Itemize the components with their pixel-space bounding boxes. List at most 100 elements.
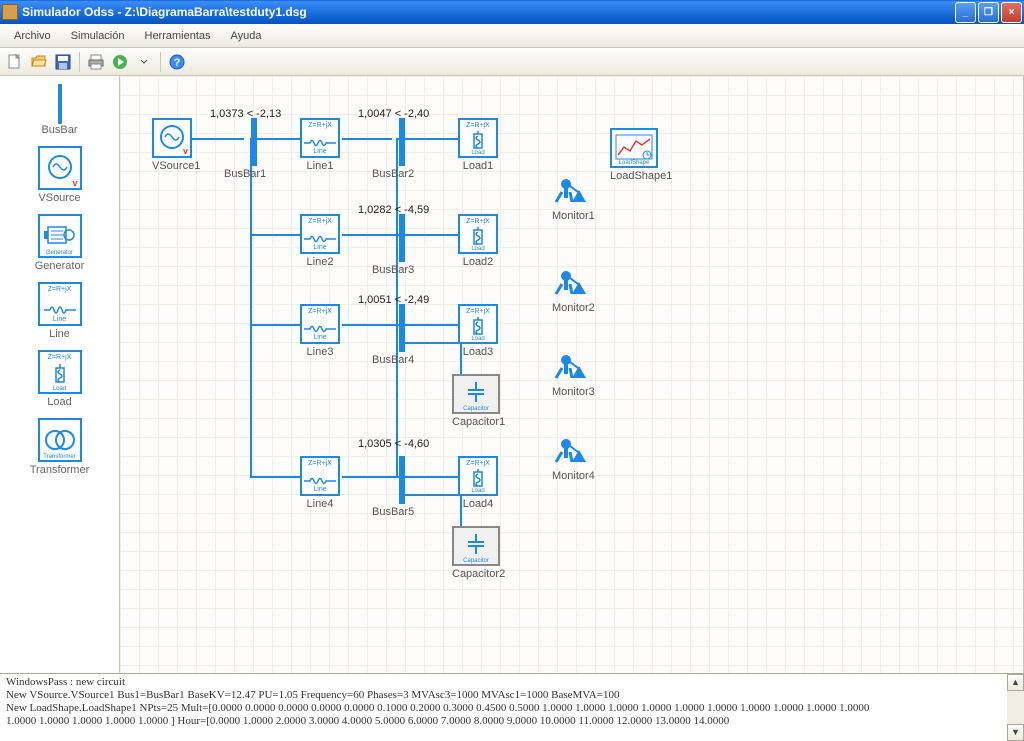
scroll-down-button[interactable]: ▼: [1007, 724, 1024, 741]
palette-busbar[interactable]: BusBar: [10, 80, 110, 140]
block-loadshape1[interactable]: LoadShape LoadShape1: [610, 128, 672, 182]
block-busbar1[interactable]: BusBar1: [242, 118, 266, 180]
block-load3-label: Load3: [458, 346, 498, 358]
block-line1[interactable]: Z=R+jX Line Line1: [300, 118, 340, 172]
block-busbar4-label: BusBar4: [372, 354, 414, 366]
new-button[interactable]: [4, 51, 26, 73]
block-line4[interactable]: Z=R+jXLine Line4: [300, 456, 340, 510]
block-load3[interactable]: Z=R+jXLoad Load3: [458, 304, 498, 358]
block-capacitor1[interactable]: Capacitor Capacitor1: [452, 374, 505, 428]
scroll-up-button[interactable]: ▲: [1007, 674, 1024, 691]
toolbar: ?: [0, 48, 1024, 76]
busbar-icon: [399, 304, 405, 352]
block-monitor1[interactable]: Monitor1: [552, 172, 595, 222]
output-console[interactable]: WindowsPass : new circuit New VSource.VS…: [0, 673, 1024, 741]
line-icon: Z=R+jXLine: [300, 214, 340, 254]
block-capacitor1-label: Capacitor1: [452, 416, 505, 428]
menu-ayuda[interactable]: Ayuda: [221, 27, 272, 45]
block-monitor3[interactable]: Monitor3: [552, 348, 595, 398]
menu-simulacion[interactable]: Simulación: [61, 27, 135, 45]
block-capacitor2[interactable]: Capacitor Capacitor2: [452, 526, 505, 580]
block-monitor2-label: Monitor2: [552, 302, 595, 314]
block-line3-label: Line3: [300, 346, 340, 358]
palette-generator[interactable]: Generator Generator: [10, 210, 110, 276]
palette-load[interactable]: Z=R+jX Load Load: [10, 346, 110, 412]
block-line2[interactable]: Z=R+jXLine Line2: [300, 214, 340, 268]
palette-line[interactable]: Z=R+jX Line Line: [10, 278, 110, 344]
close-button[interactable]: ×: [1001, 2, 1022, 23]
block-busbar5[interactable]: BusBar5: [390, 456, 414, 518]
block-busbar2[interactable]: BusBar2: [390, 118, 414, 180]
print-button[interactable]: [85, 51, 107, 73]
block-busbar2-label: BusBar2: [372, 168, 414, 180]
monitor-icon: [552, 432, 588, 468]
block-busbar1-label: BusBar1: [224, 168, 266, 180]
help-button[interactable]: ?: [166, 51, 188, 73]
svg-text:?: ?: [174, 57, 181, 69]
busbar-icon: [58, 84, 62, 124]
save-button[interactable]: [52, 51, 74, 73]
open-folder-icon: [31, 54, 47, 70]
line-icon: Z=R+jXLine: [300, 304, 340, 344]
window-titlebar: Simulador Odss - Z:\DiagramaBarra\testdu…: [0, 0, 1024, 24]
window-title: Simulador Odss - Z:\DiagramaBarra\testdu…: [22, 5, 955, 19]
block-monitor3-label: Monitor3: [552, 386, 595, 398]
busbar-icon: [399, 118, 405, 166]
console-scrollbar[interactable]: ▲ ▼: [1007, 674, 1024, 741]
palette-load-label: Load: [14, 396, 106, 408]
line-icon: Z=R+jX Line: [300, 118, 340, 158]
load-icon: Z=R+jX Load: [458, 118, 498, 158]
menu-archivo[interactable]: Archivo: [4, 27, 61, 45]
console-line: 1.0000 1.0000 1.0000 1.0000 1.0000 ] Hou…: [6, 715, 1018, 728]
load-icon: Z=R+jX Load: [38, 350, 82, 394]
console-line: New LoadShape.LoadShape1 NPts=25 Mult=[0…: [6, 702, 1018, 715]
chevron-down-icon: [140, 54, 148, 70]
block-line2-label: Line2: [300, 256, 340, 268]
block-line4-label: Line4: [300, 498, 340, 510]
block-monitor4[interactable]: Monitor4: [552, 432, 595, 482]
run-button[interactable]: [109, 51, 131, 73]
menu-herramientas[interactable]: Herramientas: [135, 27, 221, 45]
vsource-icon: v: [38, 146, 82, 190]
block-vsource1[interactable]: v VSource1: [152, 118, 200, 172]
save-icon: [55, 54, 71, 70]
palette-transformer[interactable]: Transformer Transformer: [10, 414, 110, 480]
block-monitor1-label: Monitor1: [552, 210, 595, 222]
component-palette: BusBar v VSource Generator Generator Z=R…: [0, 76, 120, 673]
block-load2[interactable]: Z=R+jXLoad Load2: [458, 214, 498, 268]
dropdown-toggle[interactable]: [133, 51, 155, 73]
wire: [250, 138, 252, 478]
wire: [250, 234, 300, 236]
loadshape-icon: LoadShape: [610, 128, 658, 168]
wire: [250, 324, 300, 326]
bus5-annotation: 1,0305 < -4,60: [358, 438, 429, 450]
scroll-track[interactable]: [1007, 691, 1024, 724]
restore-button[interactable]: ❐: [978, 2, 999, 23]
busbar-icon: [251, 118, 257, 166]
block-busbar3[interactable]: BusBar3: [390, 214, 414, 276]
block-load1[interactable]: Z=R+jX Load Load1: [458, 118, 498, 172]
block-busbar5-label: BusBar5: [372, 506, 414, 518]
block-load4-label: Load4: [458, 498, 498, 510]
new-file-icon: [7, 54, 23, 70]
line-icon: Z=R+jX Line: [38, 282, 82, 326]
block-load4[interactable]: Z=R+jXLoad Load4: [458, 456, 498, 510]
line-icon: Z=R+jXLine: [300, 456, 340, 496]
minimize-button[interactable]: _: [955, 2, 976, 23]
palette-transformer-label: Transformer: [14, 464, 106, 476]
app-icon: [2, 4, 18, 20]
palette-vsource[interactable]: v VSource: [10, 142, 110, 208]
open-button[interactable]: [28, 51, 50, 73]
block-load1-label: Load1: [458, 160, 498, 172]
palette-vsource-label: VSource: [14, 192, 106, 204]
busbar-icon: [399, 214, 405, 262]
block-busbar4[interactable]: BusBar4: [390, 304, 414, 366]
block-line3[interactable]: Z=R+jXLine Line3: [300, 304, 340, 358]
block-monitor2[interactable]: Monitor2: [552, 264, 595, 314]
load-icon: Z=R+jXLoad: [458, 214, 498, 254]
block-monitor4-label: Monitor4: [552, 470, 595, 482]
transformer-icon: Transformer: [38, 418, 82, 462]
diagram-canvas[interactable]: 1,0373 < -2,13 1,0047 < -2,40 1,0282 < -…: [120, 76, 1024, 673]
block-busbar3-label: BusBar3: [372, 264, 414, 276]
palette-busbar-label: BusBar: [14, 124, 106, 136]
